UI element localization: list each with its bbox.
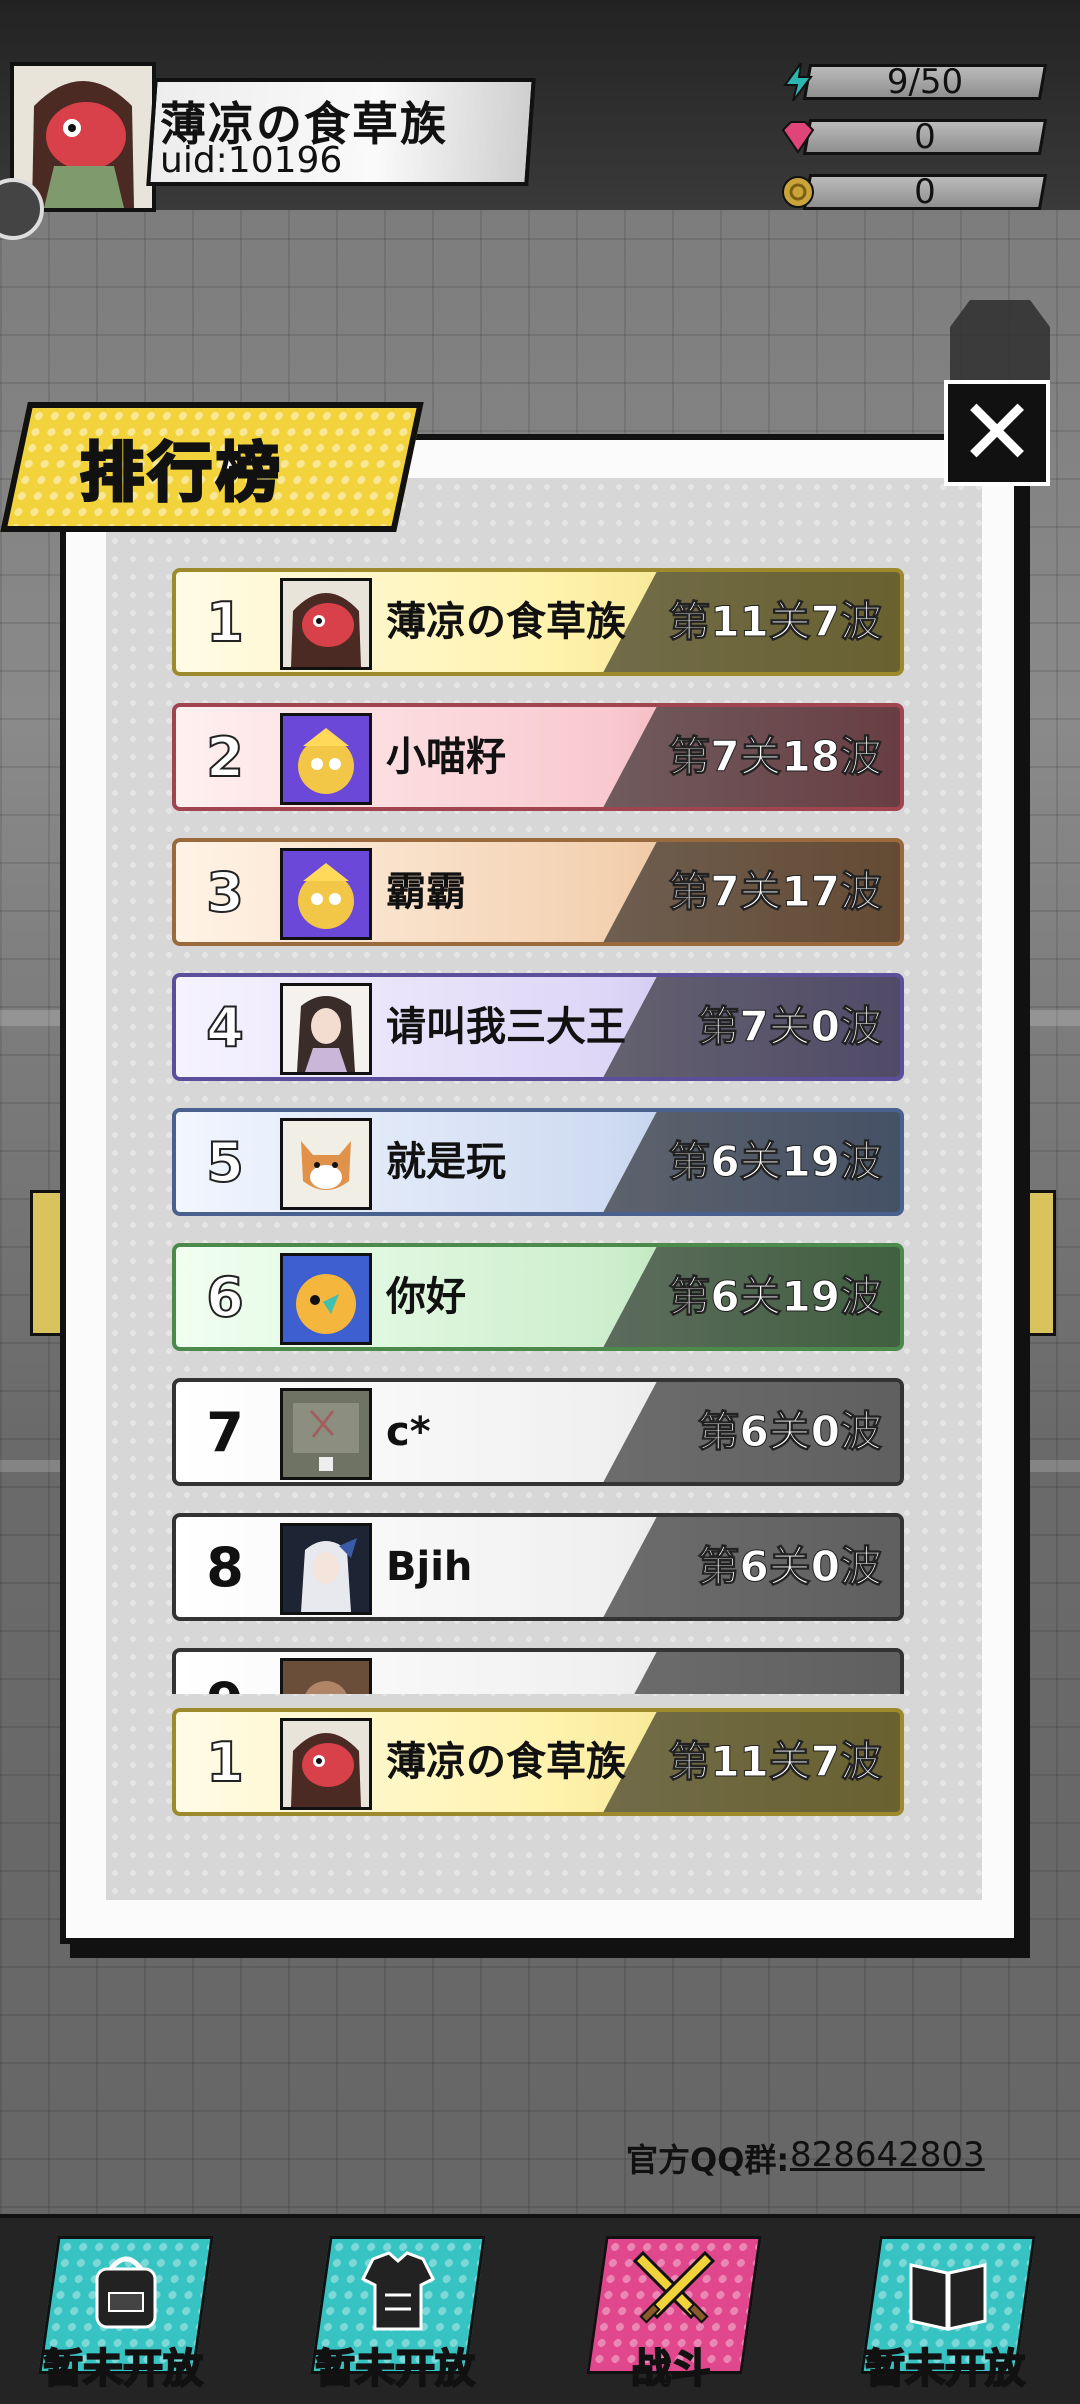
leaderboard-row[interactable]: 8 Bjih 第6关0波: [172, 1513, 904, 1621]
player-name: c*: [386, 1409, 431, 1455]
player-avatar-icon: [280, 1388, 372, 1480]
nav-backpack-button[interactable]: 暂未开放: [30, 2230, 216, 2396]
rank-number: 9: [188, 1652, 262, 1695]
score-shade: [603, 1652, 900, 1694]
player-avatar-icon: [280, 848, 372, 940]
nav-battle-button[interactable]: 战斗: [578, 2230, 764, 2396]
rank-number: 2: [205, 725, 245, 790]
player-name: 就是玩: [386, 1139, 506, 1185]
leaderboard-row[interactable]: 9: [172, 1648, 904, 1694]
score-text: 第6关0波: [697, 1407, 882, 1457]
player-avatar-icon: [280, 713, 372, 805]
settings-gear-icon[interactable]: [950, 300, 1050, 390]
nav-label: 战斗: [630, 2345, 712, 2393]
crossed-swords-icon: [624, 2240, 724, 2340]
rank-number: 7: [206, 1400, 244, 1464]
player-uid: uid:10196: [160, 140, 343, 181]
close-button[interactable]: ✕: [944, 380, 1050, 486]
leaderboard-title: 排行榜: [79, 436, 284, 513]
player-name: 请叫我三大王: [386, 1004, 626, 1050]
player-name: 霸霸: [386, 869, 466, 915]
rank-number: 6: [205, 1265, 245, 1330]
leaderboard-row[interactable]: 1 薄凉の食草族 第11关7波: [172, 568, 904, 676]
player-avatar-icon: [280, 1658, 372, 1694]
player-name: Bjih: [386, 1544, 473, 1590]
player-avatar-icon: [280, 1718, 372, 1810]
book-icon: [898, 2240, 998, 2340]
rank-number: 8: [206, 1535, 244, 1599]
score-text: 第6关19波: [668, 1137, 883, 1187]
gem-resource: 0: [778, 115, 1048, 159]
rank-number: 1: [205, 590, 245, 655]
player-avatar-icon: [280, 578, 372, 670]
my-rank-row[interactable]: 1 薄凉の食草族 第11关7波: [172, 1708, 904, 1816]
player-avatar-icon: [280, 1523, 372, 1615]
nav-armor-button[interactable]: 暂未开放: [302, 2230, 488, 2396]
score-text: 第6关19波: [668, 1272, 883, 1322]
leaderboard-row[interactable]: 5 就是玩 第6关19波: [172, 1108, 904, 1216]
energy-value: 9/50: [886, 62, 964, 102]
player-avatar-icon: [280, 983, 372, 1075]
player-name: 薄凉の食草族: [386, 599, 626, 645]
score-text: 第11关7波: [668, 597, 883, 647]
gem-value: 0: [914, 117, 936, 157]
leaderboard-row[interactable]: 3 霸霸 第7关17波: [172, 838, 904, 946]
coin-resource: 0: [778, 170, 1048, 214]
leaderboard-row[interactable]: 2 小喵籽 第7关18波: [172, 703, 904, 811]
energy-resource: 9/50: [778, 60, 1048, 104]
score-text: 第7关0波: [697, 1002, 882, 1052]
score-text: 第7关17波: [668, 867, 883, 917]
rank-number: 3: [205, 860, 245, 925]
rank-number: 5: [205, 1130, 245, 1195]
armor-icon: [348, 2240, 448, 2340]
player-avatar-icon: [280, 1253, 372, 1345]
score-text: 第6关0波: [697, 1542, 882, 1592]
leaderboard-list[interactable]: 1 薄凉の食草族 第11关7波 2 小喵籽 第7关18波 3 霸霸 第7关17波…: [168, 566, 912, 1694]
leaderboard-row[interactable]: 6 你好 第6关19波: [172, 1243, 904, 1351]
backpack-icon: [76, 2240, 176, 2340]
nav-book-button[interactable]: 暂未开放: [852, 2230, 1038, 2396]
leaderboard-row[interactable]: 4 请叫我三大王 第7关0波: [172, 973, 904, 1081]
player-name: 薄凉の食草族: [386, 1739, 626, 1785]
nav-label: 暂未开放: [42, 2345, 204, 2393]
score-text: 第7关18波: [668, 732, 883, 782]
player-name: 你好: [386, 1274, 466, 1320]
nav-label: 暂未开放: [314, 2345, 476, 2393]
rank-number: 4: [205, 995, 245, 1060]
coin-value: 0: [914, 172, 936, 212]
qq-group-label: 官方QQ群:: [626, 2141, 790, 2179]
player-avatar-icon: [280, 1118, 372, 1210]
leaderboard-row[interactable]: 7 c* 第6关0波: [172, 1378, 904, 1486]
score-text: 第11关7波: [668, 1737, 883, 1787]
nav-label: 暂未开放: [864, 2345, 1026, 2393]
rank-number: 1: [205, 1730, 245, 1795]
qq-group-number-link[interactable]: 828642803: [790, 2135, 985, 2175]
player-name: 小喵籽: [386, 734, 506, 780]
